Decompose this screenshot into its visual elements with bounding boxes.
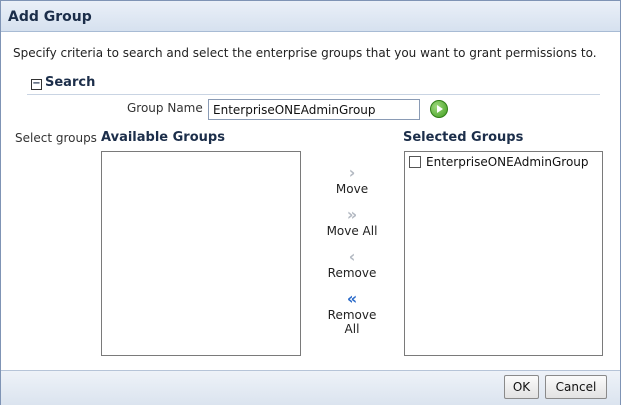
list-item-label: EnterpriseONEAdminGroup	[426, 155, 589, 169]
remove-button[interactable]: ‹ Remove	[321, 247, 383, 281]
add-group-dialog: Add Group Specify criteria to search and…	[0, 0, 621, 405]
dialog-title-bar[interactable]: Add Group	[1, 1, 620, 32]
dialog-footer: OK Cancel	[1, 370, 620, 405]
instructions-text: Specify criteria to search and select th…	[13, 46, 597, 60]
ok-button[interactable]: OK	[504, 375, 539, 399]
available-groups-label: Available Groups	[101, 130, 225, 145]
remove-all-button[interactable]: « Remove All	[321, 289, 383, 337]
cancel-button[interactable]: Cancel	[545, 375, 607, 399]
select-groups-label: Select groups	[15, 131, 97, 145]
double-chevron-left-icon: «	[346, 289, 358, 308]
search-header-label: Search	[45, 75, 96, 90]
available-groups-list[interactable]	[101, 151, 301, 356]
chevron-left-icon: ‹	[348, 247, 356, 266]
double-chevron-right-icon: »	[346, 205, 358, 224]
dialog-title: Add Group	[8, 9, 92, 25]
chevron-right-icon: ›	[348, 163, 356, 182]
minus-box-icon[interactable]: −	[31, 79, 42, 90]
group-name-label: Group Name	[127, 101, 203, 115]
list-item[interactable]: EnterpriseONEAdminGroup	[409, 155, 589, 169]
remove-button-label: Remove	[327, 266, 377, 280]
move-button[interactable]: › Move	[321, 163, 383, 197]
group-name-input[interactable]	[208, 99, 420, 120]
search-divider	[27, 94, 600, 95]
item-checkbox[interactable]	[409, 156, 421, 168]
move-all-button[interactable]: » Move All	[321, 205, 383, 239]
selected-groups-list[interactable]: EnterpriseONEAdminGroup	[404, 151, 603, 356]
move-all-button-label: Move All	[326, 224, 378, 238]
search-section-header[interactable]: − Search	[31, 75, 95, 90]
remove-all-button-label: Remove All	[327, 308, 377, 336]
go-arrow-icon[interactable]	[430, 100, 448, 118]
move-button-label: Move	[335, 182, 369, 196]
selected-groups-label: Selected Groups	[403, 130, 524, 145]
